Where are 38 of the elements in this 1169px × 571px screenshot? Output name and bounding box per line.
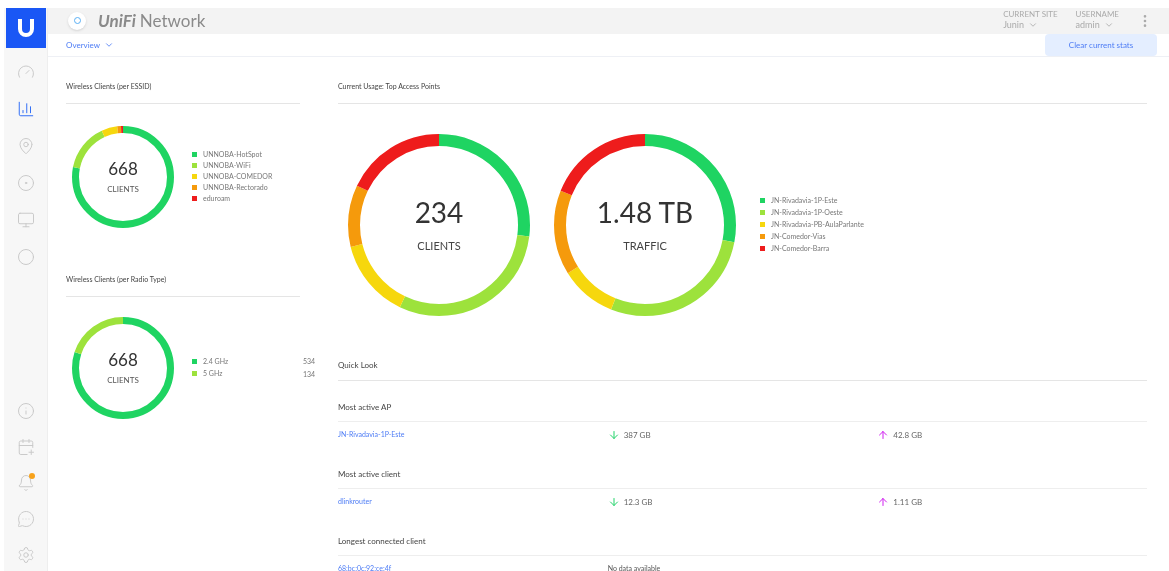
clear-stats-button[interactable]: Clear current stats bbox=[1045, 33, 1157, 56]
download-amount: 12.3 GB bbox=[623, 495, 653, 508]
user-selector[interactable]: USERNAME admin bbox=[1075, 10, 1119, 32]
donut-unit: TRAFFIC bbox=[623, 237, 667, 254]
view-dropdown[interactable]: Overview bbox=[66, 38, 115, 51]
chat-icon bbox=[16, 510, 35, 528]
calendar-icon bbox=[16, 438, 35, 456]
download-amount: 387 GB bbox=[623, 428, 651, 441]
quick-look-title: Quick Look bbox=[338, 359, 378, 370]
donut-unit: CLIENTS bbox=[417, 237, 461, 254]
donut-value: 668 bbox=[108, 348, 138, 371]
app-logo-icon bbox=[68, 11, 86, 30]
map-pin-icon bbox=[16, 137, 35, 155]
monitor-icon bbox=[16, 211, 35, 229]
donut-unit: CLIENTS bbox=[107, 374, 139, 387]
stat-label: Most active AP bbox=[338, 401, 392, 412]
circle-icon bbox=[16, 248, 35, 266]
gauge-icon bbox=[16, 63, 35, 81]
upload-arrow-icon bbox=[877, 495, 890, 508]
stat-label: Longest connected client bbox=[338, 535, 426, 546]
donut-unit: CLIENTS bbox=[107, 183, 139, 196]
bar-chart-icon bbox=[16, 100, 35, 118]
product-name: Network bbox=[139, 9, 206, 33]
download-arrow-icon bbox=[607, 428, 620, 441]
download-arrow-icon bbox=[607, 495, 620, 508]
upload-amount: 1.11 GB bbox=[893, 495, 923, 508]
upload-amount: 42.8 GB bbox=[893, 428, 923, 441]
target-icon bbox=[16, 174, 35, 192]
upload-arrow-icon bbox=[877, 428, 890, 441]
brand-name: UniFi bbox=[98, 9, 136, 33]
settings-icon bbox=[16, 546, 35, 564]
donut-value: 234 bbox=[414, 194, 464, 230]
donut-value: 668 bbox=[108, 157, 138, 180]
stat-label: Most active client bbox=[338, 468, 401, 479]
info-icon bbox=[16, 402, 35, 420]
bell-icon bbox=[16, 474, 35, 492]
site-selector[interactable]: CURRENT SITE Junin bbox=[1003, 10, 1058, 32]
donut-value: 1.48 TB bbox=[596, 194, 694, 230]
